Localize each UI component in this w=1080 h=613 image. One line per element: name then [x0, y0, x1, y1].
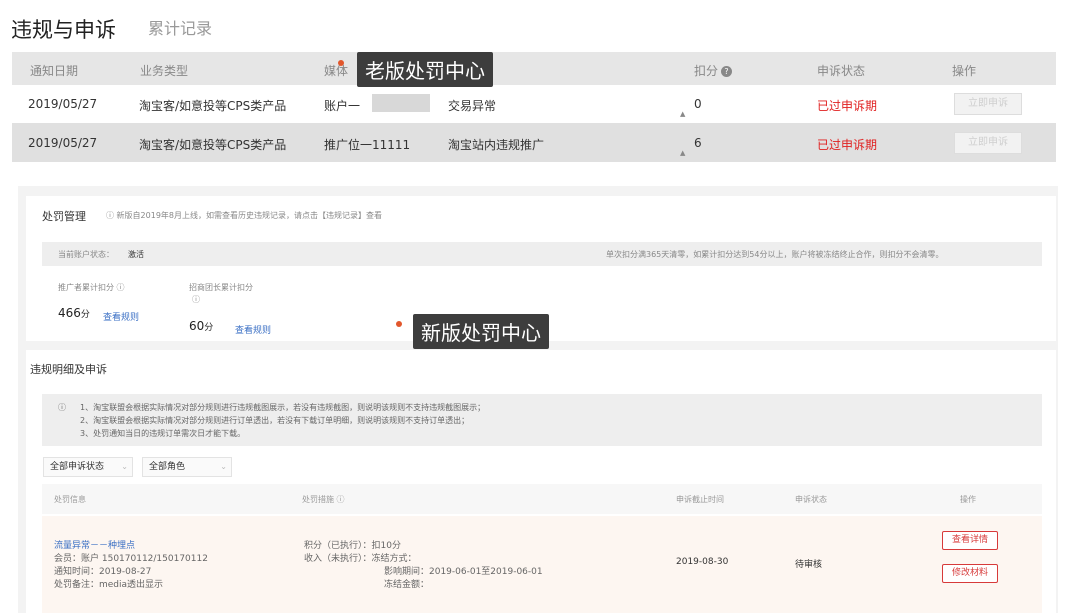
view-rules-link[interactable]: 查看规则: [103, 310, 139, 323]
info-icon: ⓘ: [192, 295, 200, 304]
chevron-down-icon: ⌄: [121, 462, 128, 471]
view-details-button[interactable]: 查看详情: [942, 531, 998, 550]
penalty-remark: 处罚备注：media透出显示: [54, 580, 164, 590]
notice-line-1: 1、淘宝联盟会根据实际情况对部分规则进行违规截图展示，若没有违规截图，则说明该规…: [80, 403, 486, 412]
marker-icon: ▲: [680, 110, 686, 118]
role-select[interactable]: 全部角色 ⌄: [142, 457, 232, 477]
leader-score: 60分: [189, 319, 213, 333]
measure-period: 影响期间：2019-06-01至2019-06-01: [384, 567, 543, 577]
appeal-deadline: 2019-08-30: [676, 557, 729, 567]
promoter-score-label-text: 推广者累计扣分: [58, 283, 114, 292]
row-biz: 淘宝客/如意投等CPS类产品: [139, 138, 287, 152]
table-row: 2019/05/27 淘宝客/如意投等CPS类产品 推广位一11111 淘宝站内…: [12, 123, 1056, 162]
col-appeal-status: 申诉状态: [795, 495, 827, 504]
col-notice-date: 通知日期: [30, 64, 79, 78]
callout-dot: [396, 321, 402, 327]
callout-old-penalty-center: 老版处罚中心: [357, 52, 493, 87]
row-media: 账户一: [324, 99, 361, 113]
rule-note: 单次扣分满365天清零，如累计扣分达到54分以上，账户将被冻结终止合作，则扣分不…: [606, 250, 944, 259]
old-table-header: 通知日期 业务类型 媒体 扣分? 申诉状态 操作: [12, 52, 1056, 85]
chevron-down-icon: ⌄: [220, 462, 227, 471]
col-action: 操作: [960, 495, 976, 504]
promoter-score-label: 推广者累计扣分 ⓘ: [58, 282, 125, 293]
notice-line-3: 3、处罚通知当日的违规订单需次日才能下载。: [80, 429, 246, 438]
view-rules-link[interactable]: 查看规则: [235, 323, 271, 336]
promoter-score: 466分: [58, 306, 90, 320]
col-penalty-info: 处罚信息: [54, 495, 86, 504]
score-unit: 分: [80, 310, 90, 320]
info-icon: ⓘ: [106, 211, 117, 220]
notice-time: 通知时间：2019-08-27: [54, 567, 152, 577]
role-select-value: 全部角色: [149, 462, 186, 472]
page-title: 违规与申诉: [11, 18, 116, 42]
col-score: 扣分?: [694, 62, 733, 79]
row-date: 2019/05/27: [28, 136, 98, 150]
details-notice: ⓘ 1、淘宝联盟会根据实际情况对部分规则进行违规截图展示，若没有违规截图，则说明…: [42, 394, 1042, 446]
penalty-note-text: 新版自2019年8月上线，如需查看历史违规记录，请点击【违规记录】查看: [116, 211, 382, 220]
masked-account: [372, 94, 430, 112]
score-unit: 分: [204, 323, 214, 333]
appeal-button[interactable]: 立即申诉: [954, 132, 1022, 154]
marker-icon: ▲: [680, 149, 686, 157]
member-info: 会员：账户 150170112/150170112: [54, 554, 208, 564]
measure-income: 收入（未执行）：冻结方式：: [304, 554, 417, 564]
details-table-header: 处罚信息 处罚措施 ⓘ 申诉截止时间 申诉状态 操作: [42, 484, 1042, 514]
col-biz-type: 业务类型: [140, 64, 189, 78]
penalty-title: 处罚管理: [42, 210, 86, 223]
col-penalty-measure: 处罚措施 ⓘ: [302, 494, 345, 505]
table-row: 2019/05/27 淘宝客/如意投等CPS类产品 账户一 交易异常 ▲ 0 已…: [12, 85, 1056, 123]
info-icon: ⓘ: [336, 495, 345, 504]
col-appeal-status: 申诉状态: [817, 64, 866, 78]
appeal-status-select[interactable]: 全部申诉状态 ⌄: [43, 457, 133, 477]
row-biz: 淘宝客/如意投等CPS类产品: [139, 99, 287, 113]
tab-cumulative-records[interactable]: 累计记录: [148, 15, 212, 39]
measure-frozen-amount: 冻结金额：: [384, 580, 430, 590]
row-status: 已过申诉期: [817, 138, 878, 152]
col-penalty-measure-label: 处罚措施: [302, 495, 334, 504]
status-label: 当前账户状态：: [58, 250, 114, 259]
row-score: 6: [694, 136, 702, 150]
notice-line-2: 2、淘宝联盟会根据实际情况对部分规则进行订单透出，若没有下载订单明细，则说明该规…: [80, 416, 470, 425]
help-icon[interactable]: ?: [721, 66, 733, 77]
notice-info-icon: ⓘ: [58, 403, 66, 412]
table-row: 流量异常－－种埋点 会员：账户 150170112/150170112 通知时间…: [42, 516, 1042, 613]
row-score: 0: [694, 97, 702, 111]
leader-score-value: 60: [189, 319, 205, 333]
col-media: 媒体: [324, 64, 349, 78]
callout-dot: [338, 60, 344, 66]
info-icon: ⓘ: [116, 283, 125, 292]
leader-score-label: 招商团长累计扣分: [189, 283, 253, 292]
penalty-note: ⓘ 新版自2019年8月上线，如需查看历史违规记录，请点击【违规记录】查看: [106, 210, 382, 221]
appeal-status-select-value: 全部申诉状态: [50, 462, 105, 472]
col-deadline: 申诉截止时间: [676, 495, 724, 504]
row-media: 推广位一11111: [324, 138, 411, 152]
row-date: 2019/05/27: [28, 97, 98, 111]
account-status-bar: 当前账户状态： 激活 单次扣分满365天清零，如累计扣分达到54分以上，账户将被…: [42, 242, 1042, 266]
col-action: 操作: [952, 64, 977, 78]
row-status: 已过申诉期: [817, 99, 878, 113]
appeal-status: 待审核: [795, 560, 823, 570]
row-reason: 淘宝站内违规推广: [448, 138, 545, 152]
violation-name-link[interactable]: 流量异常－－种埋点: [54, 538, 135, 551]
appeal-button[interactable]: 立即申诉: [954, 93, 1022, 115]
row-reason: 交易异常: [448, 99, 497, 113]
details-title: 违规明细及申诉: [30, 363, 107, 376]
promoter-score-value: 466: [58, 306, 81, 320]
measure-points: 积分（已执行）：扣10分: [304, 541, 401, 551]
status-value: 激活: [128, 250, 144, 259]
callout-new-penalty-center: 新版处罚中心: [413, 314, 549, 349]
edit-materials-button[interactable]: 修改材料: [942, 564, 998, 583]
col-score-label: 扣分: [694, 64, 719, 78]
